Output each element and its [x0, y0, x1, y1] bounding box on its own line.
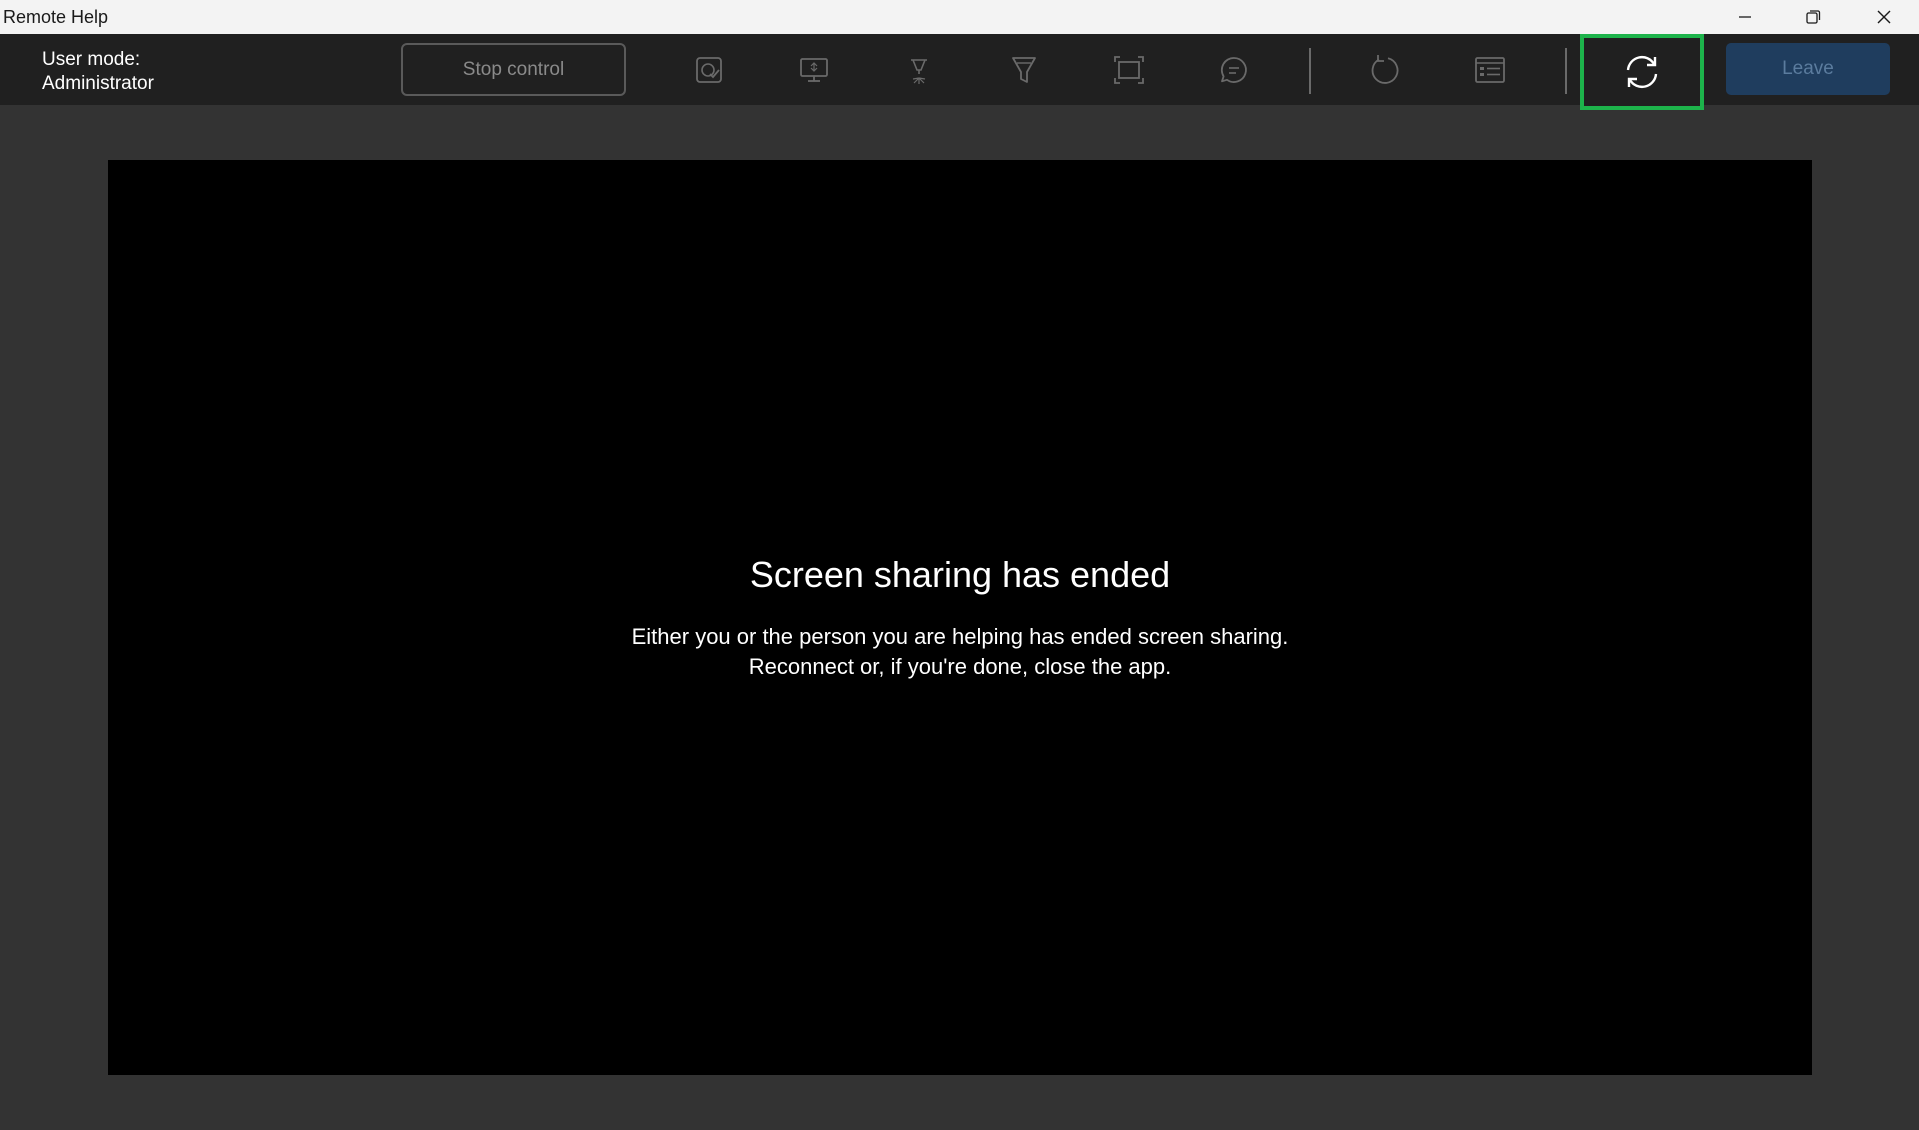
restart-button[interactable]	[1350, 43, 1420, 96]
full-screen-button[interactable]	[1094, 43, 1164, 96]
shared-screen-area: Screen sharing has ended Either you or t…	[108, 160, 1812, 1075]
reconnect-button[interactable]	[1580, 34, 1704, 110]
stop-control-button[interactable]: Stop control	[401, 43, 626, 96]
session-ended-message: Either you or the person you are helping…	[108, 622, 1812, 682]
user-mode: User mode: Administrator	[42, 48, 154, 96]
highlighter-button[interactable]	[989, 43, 1059, 96]
reconnect-icon	[1626, 55, 1658, 89]
highlighter-icon	[1012, 56, 1036, 83]
minimize-icon	[1739, 16, 1751, 18]
session-ended-line-1: Either you or the person you are helping…	[631, 624, 1289, 649]
leave-button[interactable]: Leave	[1726, 43, 1890, 95]
chat-icon	[1220, 56, 1247, 83]
close-button[interactable]	[1849, 0, 1919, 34]
laser-pointer-button[interactable]	[884, 43, 954, 96]
details-icon	[1475, 56, 1505, 83]
toolbar-separator	[1309, 48, 1311, 94]
restore-button[interactable]	[1778, 0, 1848, 34]
laser-pointer-icon	[911, 58, 927, 84]
close-icon	[1877, 10, 1891, 24]
user-mode-label: User mode:	[42, 49, 141, 70]
app-check-button[interactable]	[674, 43, 744, 96]
chat-button[interactable]	[1199, 43, 1269, 96]
details-button[interactable]	[1455, 43, 1525, 96]
restart-icon	[1371, 54, 1399, 84]
title-bar: Remote Help	[0, 0, 1919, 34]
toolbar-separator	[1565, 48, 1567, 94]
monitor-button[interactable]	[779, 43, 849, 96]
monitor-icon	[800, 57, 828, 82]
user-mode-value: Administrator	[42, 73, 154, 94]
window-title: Remote Help	[3, 7, 109, 27]
session-ended-title: Screen sharing has ended	[749, 554, 1171, 595]
restore-icon	[1806, 10, 1821, 24]
full-screen-icon	[1114, 55, 1144, 84]
session-ended-line-2: Reconnect or, if you're done, close the …	[748, 654, 1172, 679]
session-toolbar: User mode: Administrator Stop control Le…	[0, 34, 1919, 110]
app-check-icon	[696, 56, 722, 83]
minimize-button[interactable]	[1710, 0, 1780, 34]
